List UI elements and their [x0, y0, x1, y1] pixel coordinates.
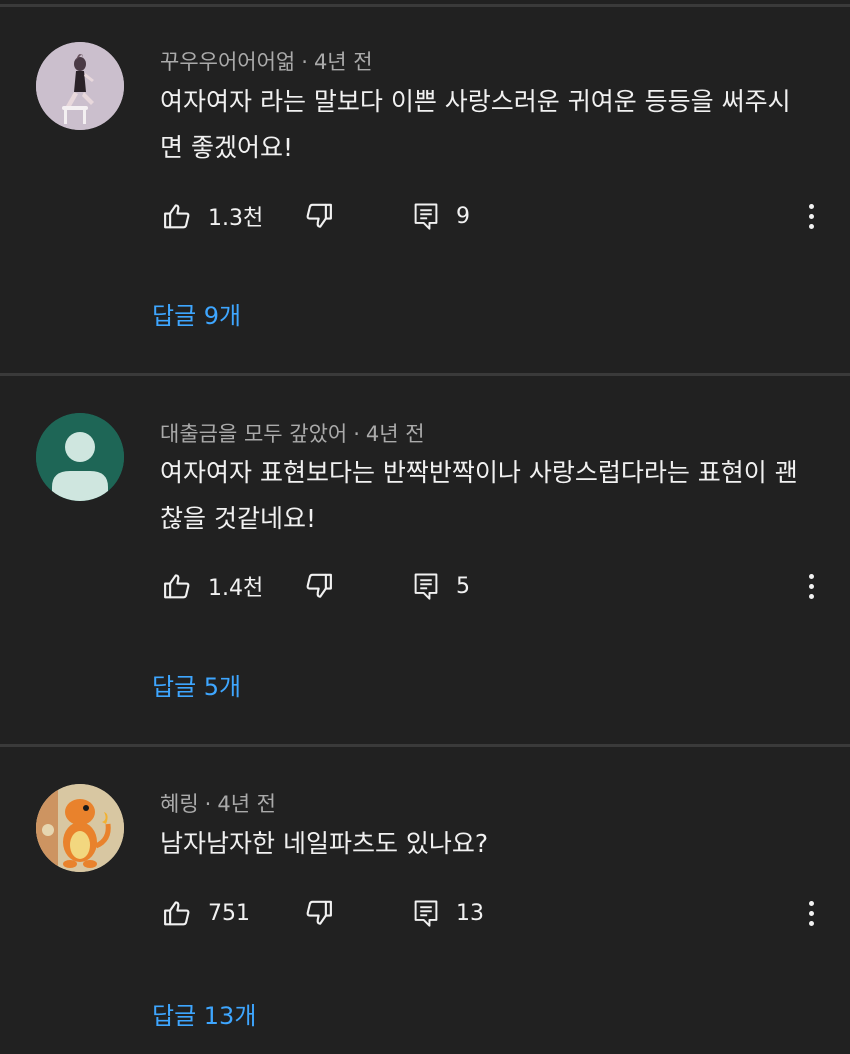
reply-count: 9 — [456, 203, 470, 229]
thumbs-down-icon — [306, 573, 332, 598]
comment-age: 4년 전 — [313, 50, 373, 74]
more-vert-icon-dot — [808, 223, 814, 229]
author-name[interactable]: 혜링 — [160, 792, 199, 816]
comment-thread-3: 혜링 · 4년 전 남자남자한 네일파츠도 있나요? 751 13 답글 13개 — [0, 747, 850, 1054]
thumbs-up-icon — [164, 574, 190, 599]
comment-icon — [414, 900, 438, 927]
like-button[interactable]: 751 — [162, 893, 250, 933]
more-vert-icon-dot — [808, 910, 814, 916]
default-user-icon — [36, 413, 124, 501]
comment-text: 여자여자 표현보다는 반짝반짝이나 사랑스럽다라는 표현이 괜찮을 것같네요! — [160, 458, 798, 533]
like-count: 1.4천 — [208, 576, 264, 601]
more-vert-icon — [808, 573, 814, 579]
author-name[interactable]: 꾸우우어어어얾 — [160, 50, 295, 74]
charmander-avatar-icon — [36, 784, 124, 872]
comment-age: 4년 전 — [217, 792, 277, 816]
comment-actions: 1.3천 9 — [0, 196, 850, 236]
comment-meta: 혜링 · 4년 전 — [160, 788, 276, 818]
reply-count: 13 — [456, 900, 484, 926]
dislike-button[interactable] — [304, 893, 334, 933]
view-replies-button[interactable]: 답글 5개 — [152, 667, 241, 702]
more-vert-icon — [808, 203, 814, 209]
more-options-button[interactable] — [796, 196, 826, 236]
like-count: 751 — [208, 900, 250, 926]
reply-button[interactable]: 5 — [412, 566, 470, 606]
dislike-button[interactable] — [304, 196, 334, 236]
separator-dot: · — [204, 792, 212, 816]
comment-meta: 대출금을 모두 갚았어 · 4년 전 — [160, 418, 425, 448]
like-button[interactable]: 1.3천 — [162, 196, 263, 236]
thumbs-up-icon — [164, 204, 190, 229]
dislike-button[interactable] — [304, 566, 334, 606]
separator-dot: · — [353, 422, 360, 446]
comment-meta: 꾸우우어어어얾 · 4년 전 — [160, 46, 373, 76]
comment-text: 남자남자한 네일파츠도 있나요? — [160, 829, 489, 858]
comment-actions: 751 13 — [0, 893, 850, 933]
view-replies-button[interactable]: 답글 9개 — [152, 296, 241, 331]
avatar[interactable] — [36, 784, 124, 872]
thumbs-down-icon — [306, 900, 332, 925]
comment-age: 4년 전 — [365, 422, 425, 446]
more-vert-icon-dot — [808, 920, 814, 926]
comment-thread-2: 대출금을 모두 갚았어 · 4년 전 여자여자 표현보다는 반짝반짝이나 사랑스럽다… — [0, 376, 850, 745]
more-vert-icon — [808, 900, 814, 906]
comment-icon — [414, 573, 438, 600]
like-button[interactable]: 1.4천 — [162, 566, 263, 606]
author-name[interactable]: 대출금을 모두 갚았어 — [160, 422, 347, 446]
more-options-button[interactable] — [796, 566, 826, 606]
more-options-button[interactable] — [796, 893, 826, 933]
comment-text: 여자여자 라는 말보다 이쁜 사랑스러운 귀여운 등등을 써주시면 좋겠어요! — [160, 87, 791, 162]
reply-button[interactable]: 13 — [412, 893, 484, 933]
thumbs-down-icon — [306, 203, 332, 228]
more-vert-icon-dot — [808, 583, 814, 589]
comment-actions: 1.4천 5 — [0, 566, 850, 606]
avatar[interactable] — [36, 42, 124, 130]
like-count: 1.3천 — [208, 206, 264, 231]
separator-dot: · — [301, 50, 308, 74]
comment-icon — [414, 203, 438, 230]
reply-button[interactable]: 9 — [412, 196, 470, 236]
avatar[interactable] — [36, 413, 124, 501]
more-vert-icon-dot — [808, 593, 814, 599]
reply-count: 5 — [456, 573, 470, 599]
view-replies-button[interactable]: 답글 13개 — [152, 996, 256, 1031]
comment-thread-1: 꾸우우어어어얾 · 4년 전 여자여자 라는 말보다 이쁜 사랑스러운 귀여운 등등… — [0, 0, 850, 372]
profile-photo-icon — [36, 42, 124, 130]
more-vert-icon-dot — [808, 213, 814, 219]
thumbs-up-icon — [164, 901, 190, 926]
